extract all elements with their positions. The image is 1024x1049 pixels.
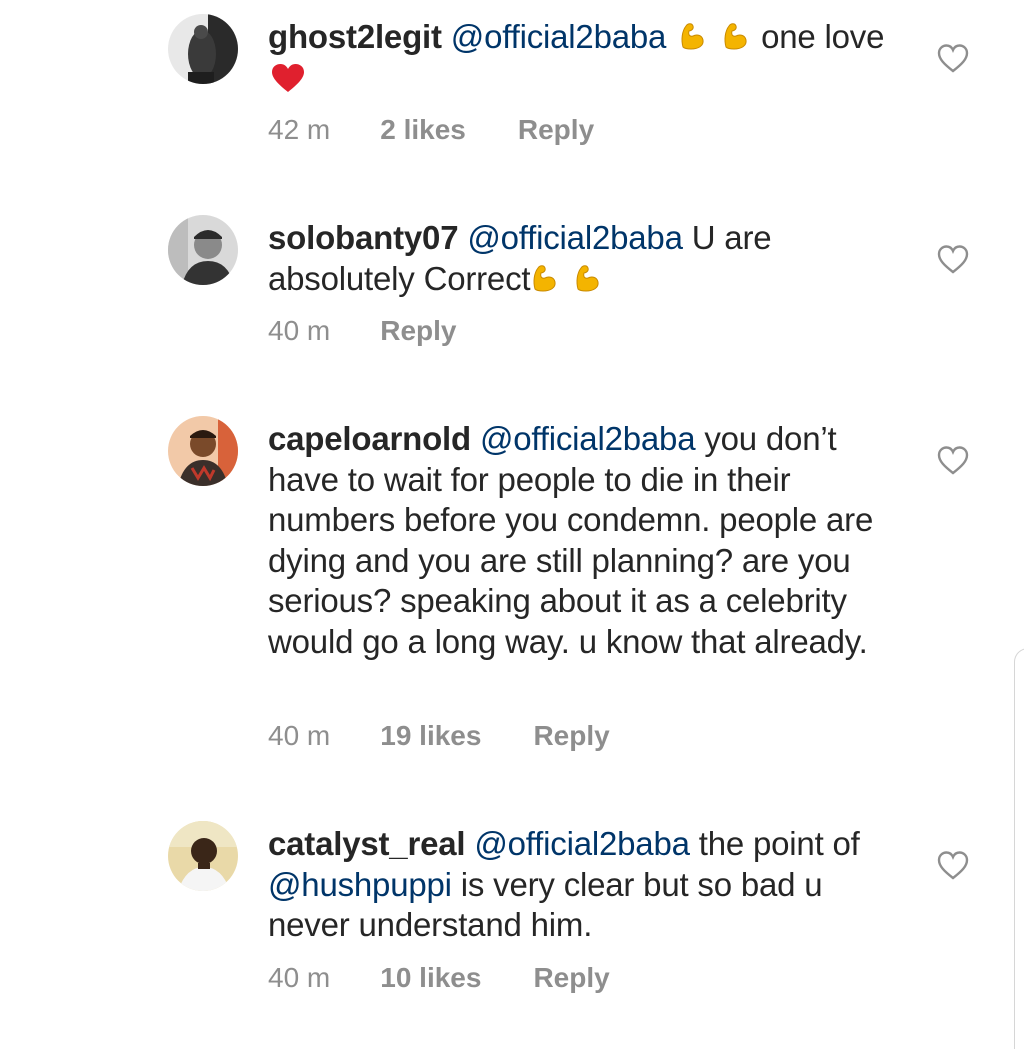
heart-icon[interactable] <box>936 849 970 881</box>
comment-username[interactable]: ghost2legit <box>268 18 442 55</box>
heart-icon[interactable] <box>936 444 970 476</box>
comment-text: one love <box>761 18 885 55</box>
flexed-biceps-icon <box>530 261 558 302</box>
comment-username[interactable]: capeloarnold <box>268 420 471 457</box>
comment-timestamp: 40 m <box>268 315 331 346</box>
comment-username[interactable]: catalyst_real <box>268 825 466 862</box>
comment-likes-count[interactable]: 19 likes <box>380 720 481 752</box>
flexed-biceps-icon <box>678 19 706 60</box>
avatar-ghost2legit[interactable] <box>168 14 238 84</box>
reply-button[interactable]: Reply <box>533 962 609 994</box>
avatar-capeloarnold[interactable] <box>168 416 238 486</box>
flexed-biceps-icon <box>573 261 601 302</box>
comment-text: the point of <box>698 825 860 862</box>
reply-button[interactable]: Reply <box>533 720 609 752</box>
avatar-solobanty07[interactable] <box>168 215 238 285</box>
reply-button[interactable]: Reply <box>380 315 456 347</box>
heart-icon[interactable] <box>936 243 970 275</box>
heart-icon[interactable] <box>936 42 970 74</box>
red-heart-icon <box>271 62 305 103</box>
comment-mention[interactable]: @hushpuppi <box>268 866 452 903</box>
comment-mention[interactable]: @official2baba <box>451 18 667 55</box>
comment-likes-count[interactable]: 2 likes <box>380 114 466 146</box>
flexed-biceps-icon <box>721 19 749 60</box>
comment-mention[interactable]: @official2baba <box>467 219 683 256</box>
comment-timestamp: 42 m <box>268 114 331 145</box>
comment-mention[interactable]: @official2baba <box>480 420 696 457</box>
comment-timestamp: 40 m <box>268 962 331 993</box>
scrollbar-edge[interactable] <box>1014 648 1024 1049</box>
comment-username[interactable]: solobanty07 <box>268 219 459 256</box>
reply-button[interactable]: Reply <box>518 114 594 146</box>
comment-likes-count[interactable]: 10 likes <box>380 962 481 994</box>
avatar-catalyst-real[interactable] <box>168 821 238 891</box>
comment-timestamp: 40 m <box>268 720 331 751</box>
comment-mention[interactable]: @official2baba <box>474 825 690 862</box>
